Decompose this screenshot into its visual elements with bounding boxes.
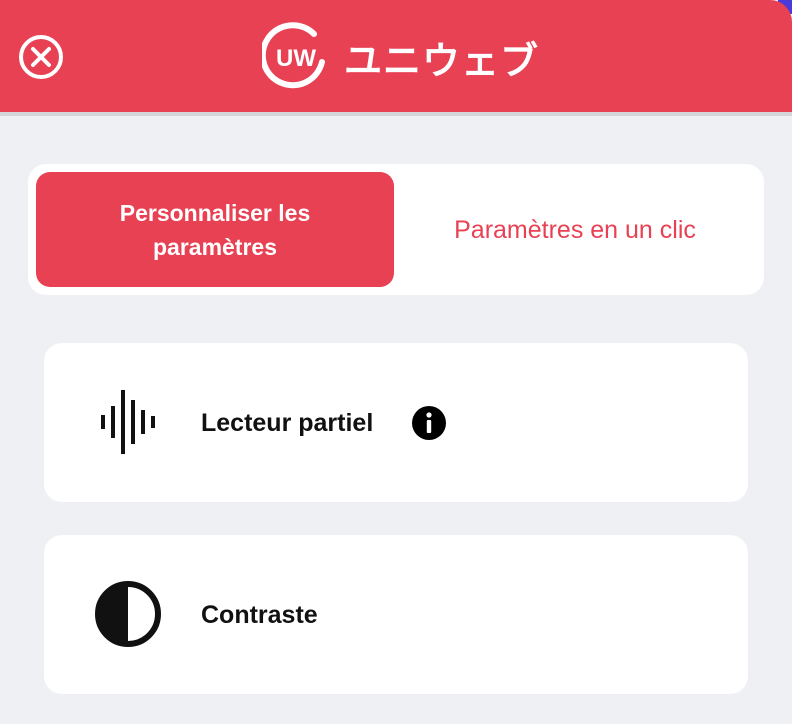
logo-mark-icon: UW [262, 22, 325, 89]
partial-reader-label: Lecteur partiel [201, 409, 374, 437]
header-bar: UW ユニウェブ [0, 0, 792, 116]
tab-customize-settings[interactable]: Personnaliser les paramètres [36, 172, 394, 287]
close-button[interactable] [18, 34, 64, 80]
tab-one-click-settings[interactable]: Paramètres en un clic [394, 172, 756, 287]
sound-wave-icon [101, 390, 155, 454]
feature-card-partial-reader[interactable]: Lecteur partiel [44, 343, 748, 502]
tab-customize-settings-label: Personnaliser les paramètres [119, 199, 311, 260]
close-icon [19, 35, 63, 79]
contrast-label: Contraste [201, 601, 318, 629]
logo: UW ユニウェブ [262, 22, 539, 92]
tab-one-click-settings-label: Paramètres en un clic [454, 215, 696, 244]
accessibility-panel: UW ユニウェブ Personnaliser les paramètres Pa… [0, 0, 792, 724]
logo-text: ユニウェブ [344, 38, 540, 83]
contrast-icon [95, 581, 161, 647]
info-icon[interactable] [411, 405, 447, 441]
logo-mark-text: UW [276, 45, 316, 72]
settings-tabs: Personnaliser les paramètres Paramètres … [28, 164, 764, 295]
feature-card-contrast[interactable]: Contraste [44, 535, 748, 694]
